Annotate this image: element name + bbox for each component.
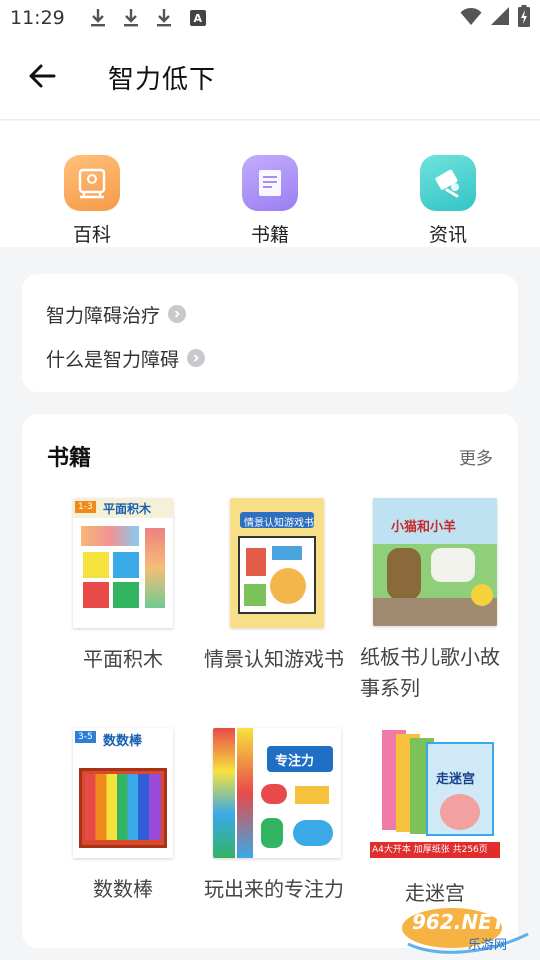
book-title: 数数棒 bbox=[93, 877, 153, 901]
category-news[interactable]: 资讯 bbox=[393, 155, 503, 247]
status-bar: 11:29 A bbox=[0, 0, 540, 36]
signal-icon bbox=[490, 6, 510, 30]
back-button[interactable] bbox=[12, 48, 72, 108]
book-item[interactable]: 走迷宫 A4大开本 加厚纸张 共256页 走迷宫 bbox=[360, 728, 510, 909]
book-title: 情景认知游戏书 bbox=[204, 647, 344, 671]
book-item[interactable]: 专注力 玩出来的专注力 bbox=[202, 728, 352, 905]
link-label: 什么是智力障碍 bbox=[46, 348, 180, 371]
cover-strip: A4大开本 加厚纸张 共256页 bbox=[370, 842, 500, 858]
category-books[interactable]: 书籍 bbox=[215, 155, 325, 247]
book-item[interactable]: 情景认知游戏书 情景认知游戏书 bbox=[202, 498, 352, 675]
book-title: 玩出来的专注力 bbox=[204, 877, 344, 901]
watermark-sub: 乐游网 bbox=[468, 938, 508, 953]
book-cover: 1-3 平面积木 bbox=[73, 498, 173, 628]
section-title: 书籍 bbox=[47, 446, 92, 471]
link-item[interactable]: 智力障碍治疗 bbox=[46, 294, 494, 334]
book-cover: 走迷宫 A4大开本 加厚纸张 共256页 bbox=[370, 728, 500, 862]
books-card: 书籍 更多 1-3 平面积木 平面积木 情景认知游戏书 情景认知游戏书 小猫和小… bbox=[22, 414, 518, 948]
book-item[interactable]: 1-3 平面积木 平面积木 bbox=[48, 498, 198, 675]
book-cover: 专注力 bbox=[213, 728, 341, 858]
book-cover: 3-5 数数棒 bbox=[73, 728, 173, 858]
download-icon bbox=[153, 7, 175, 29]
watermark-main: 962.NET bbox=[412, 910, 506, 934]
a-badge-icon: A bbox=[189, 10, 206, 26]
category-bar: 百科 书籍 资讯 bbox=[0, 121, 540, 247]
watermark-logo: 962.NET 乐游网 bbox=[402, 904, 532, 954]
category-label: 书籍 bbox=[250, 224, 289, 246]
cover-title: 专注力 bbox=[275, 754, 315, 769]
category-label: 百科 bbox=[72, 224, 111, 246]
status-time: 11:29 bbox=[10, 7, 65, 29]
book-cover: 小猫和小羊 bbox=[373, 498, 497, 626]
book-item[interactable]: 小猫和小羊 纸板书儿歌小故事系列 bbox=[360, 498, 510, 704]
arrow-left-icon bbox=[28, 64, 56, 92]
related-links-card: 智力障碍治疗 什么是智力障碍 bbox=[22, 274, 518, 392]
chevron-right-icon bbox=[168, 305, 187, 323]
category-label: 资讯 bbox=[428, 224, 467, 246]
book-cover: 情景认知游戏书 bbox=[230, 498, 324, 628]
category-encyclopedia[interactable]: 百科 bbox=[37, 155, 147, 247]
download-icon bbox=[120, 7, 142, 29]
download-icon bbox=[87, 7, 109, 29]
more-link[interactable]: 更多 bbox=[459, 444, 493, 469]
chevron-right-icon bbox=[187, 349, 206, 367]
link-label: 智力障碍治疗 bbox=[46, 304, 161, 327]
book-icon bbox=[242, 155, 298, 211]
cover-badge: 1-3 bbox=[75, 501, 96, 513]
link-item[interactable]: 什么是智力障碍 bbox=[46, 338, 494, 378]
encyclopedia-icon bbox=[64, 155, 120, 211]
wifi-icon bbox=[460, 6, 482, 30]
book-item[interactable]: 3-5 数数棒 数数棒 bbox=[48, 728, 198, 905]
book-title: 纸板书儿歌小故事系列 bbox=[360, 645, 500, 700]
app-bar: 智力低下 bbox=[0, 36, 540, 120]
cover-badge: 3-5 bbox=[75, 731, 96, 743]
cover-title: 数数棒 bbox=[103, 734, 143, 749]
page-title: 智力低下 bbox=[108, 65, 217, 95]
book-title: 平面积木 bbox=[83, 647, 163, 671]
cover-title: 情景认知游戏书 bbox=[244, 518, 314, 529]
battery-charging-icon bbox=[518, 5, 530, 31]
news-icon bbox=[420, 155, 476, 211]
cover-title: 走迷宫 bbox=[436, 772, 476, 787]
cover-title: 平面积木 bbox=[103, 502, 152, 516]
cover-title: 小猫和小羊 bbox=[391, 520, 457, 535]
